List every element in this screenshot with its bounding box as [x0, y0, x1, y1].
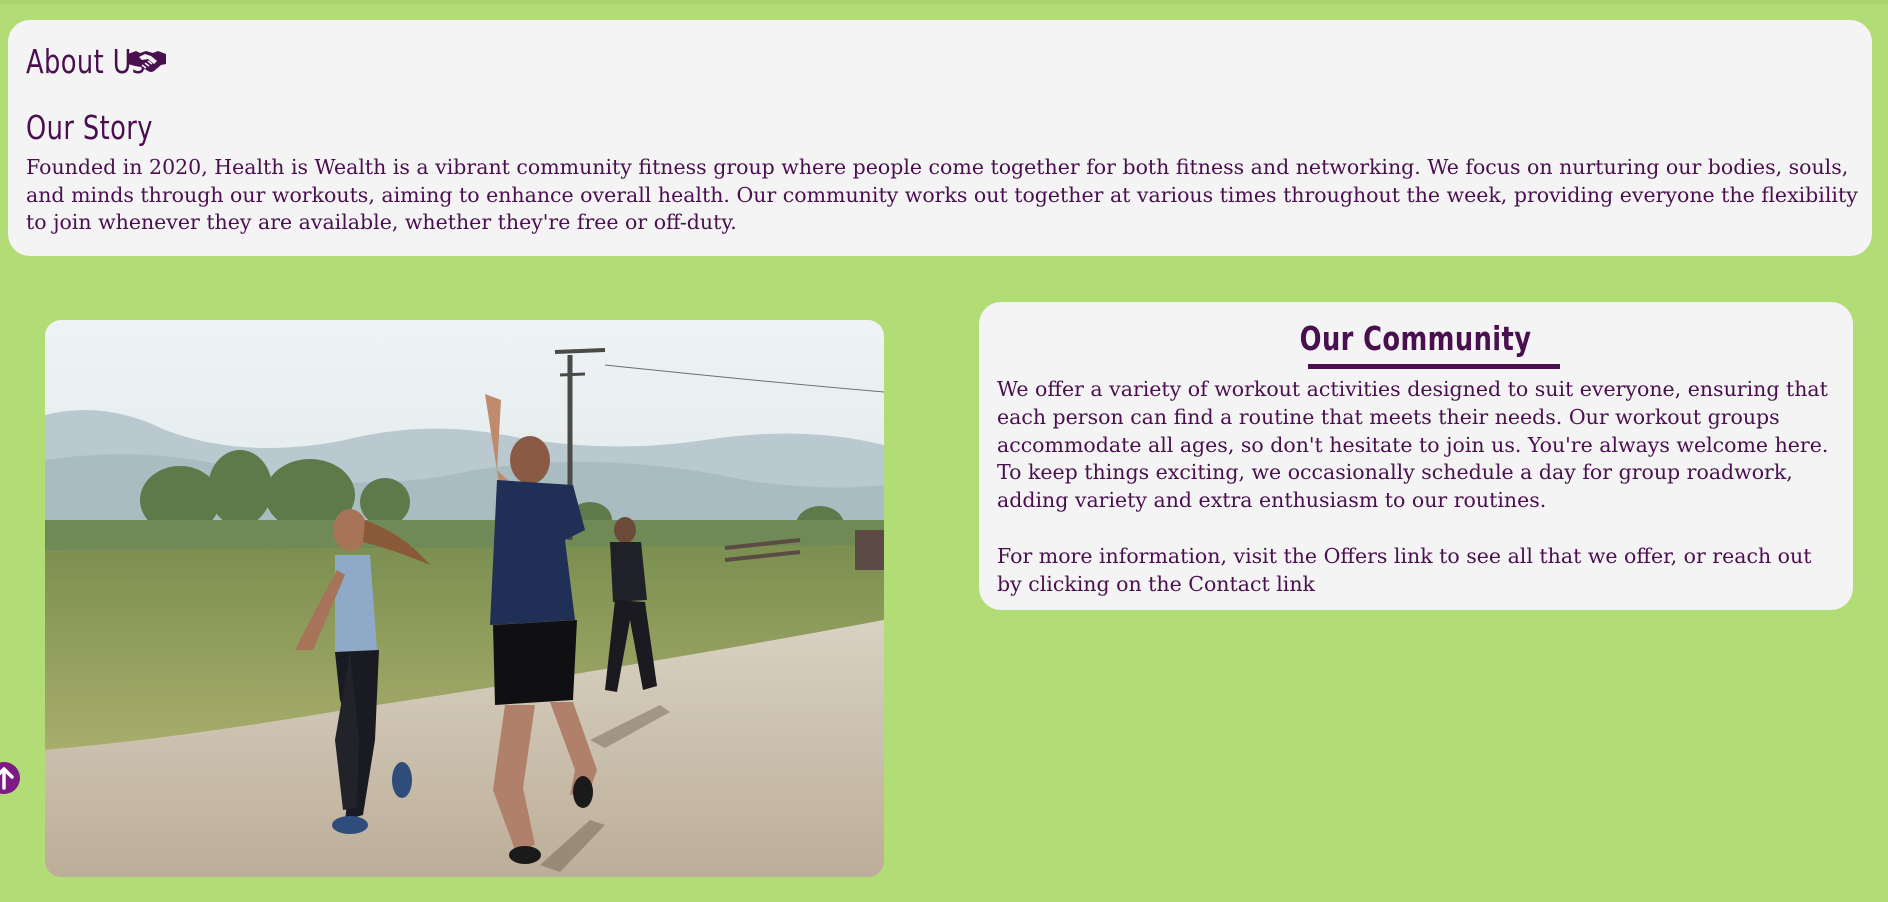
- info-prefix: For more information, visit the: [997, 543, 1324, 568]
- community-title-wrap: Our Community: [997, 318, 1835, 369]
- about-card: About Us Our Story Founded in 2020, Heal…: [8, 20, 1872, 256]
- arrow-up-circle-icon: [0, 767, 14, 790]
- handshake-icon: [127, 48, 167, 74]
- community-text: We offer a variety of workout activities…: [997, 376, 1835, 598]
- community-title: Our Community: [1300, 319, 1532, 358]
- story-title: Our Story: [26, 108, 153, 147]
- top-strip: [0, 0, 1888, 4]
- about-title-row: About Us: [26, 38, 1854, 84]
- story-text: Founded in 2020, Health is Wealth is a v…: [26, 155, 1858, 234]
- runners-photo: [45, 320, 884, 877]
- community-title-underline: [1308, 364, 1560, 369]
- back-to-top-button[interactable]: [0, 762, 20, 794]
- community-paragraph-2: To keep things exciting, we occasionally…: [997, 460, 1793, 513]
- contact-link[interactable]: Contact link: [1188, 572, 1315, 596]
- community-card: Our Community We offer a variety of work…: [979, 302, 1853, 610]
- community-paragraph-1: We offer a variety of workout activities…: [997, 377, 1829, 457]
- community-info-paragraph: For more information, visit the Offers l…: [997, 543, 1835, 599]
- offers-link[interactable]: Offers link: [1324, 544, 1433, 568]
